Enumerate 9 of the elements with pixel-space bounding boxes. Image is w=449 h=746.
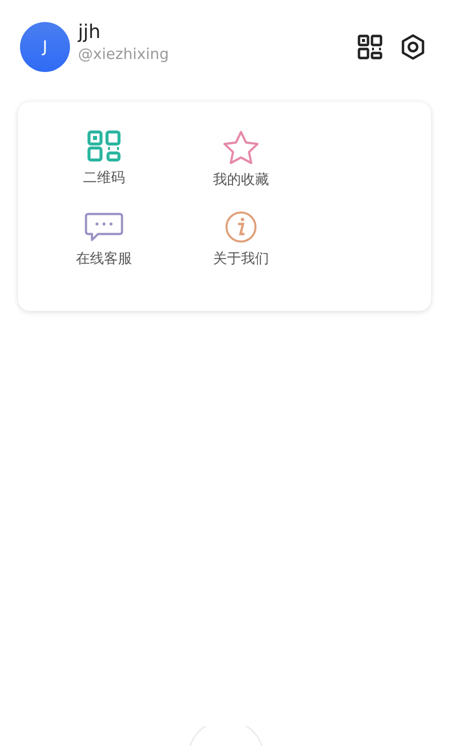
menu-item-label[interactable]: 我的收藏 — [213, 170, 269, 191]
user-name: jjh — [78, 22, 102, 44]
user-handle: @xiezhixing — [78, 44, 169, 66]
settings-icon[interactable] — [399, 33, 427, 61]
qr-code-icon[interactable] — [357, 34, 383, 60]
menu-item-label[interactable]: 关于我们 — [213, 249, 269, 270]
avatar[interactable]: J — [20, 22, 70, 72]
menu-item-label[interactable]: 二维码 — [83, 168, 125, 189]
menu-item-label[interactable]: 在线客服 — [76, 249, 132, 270]
